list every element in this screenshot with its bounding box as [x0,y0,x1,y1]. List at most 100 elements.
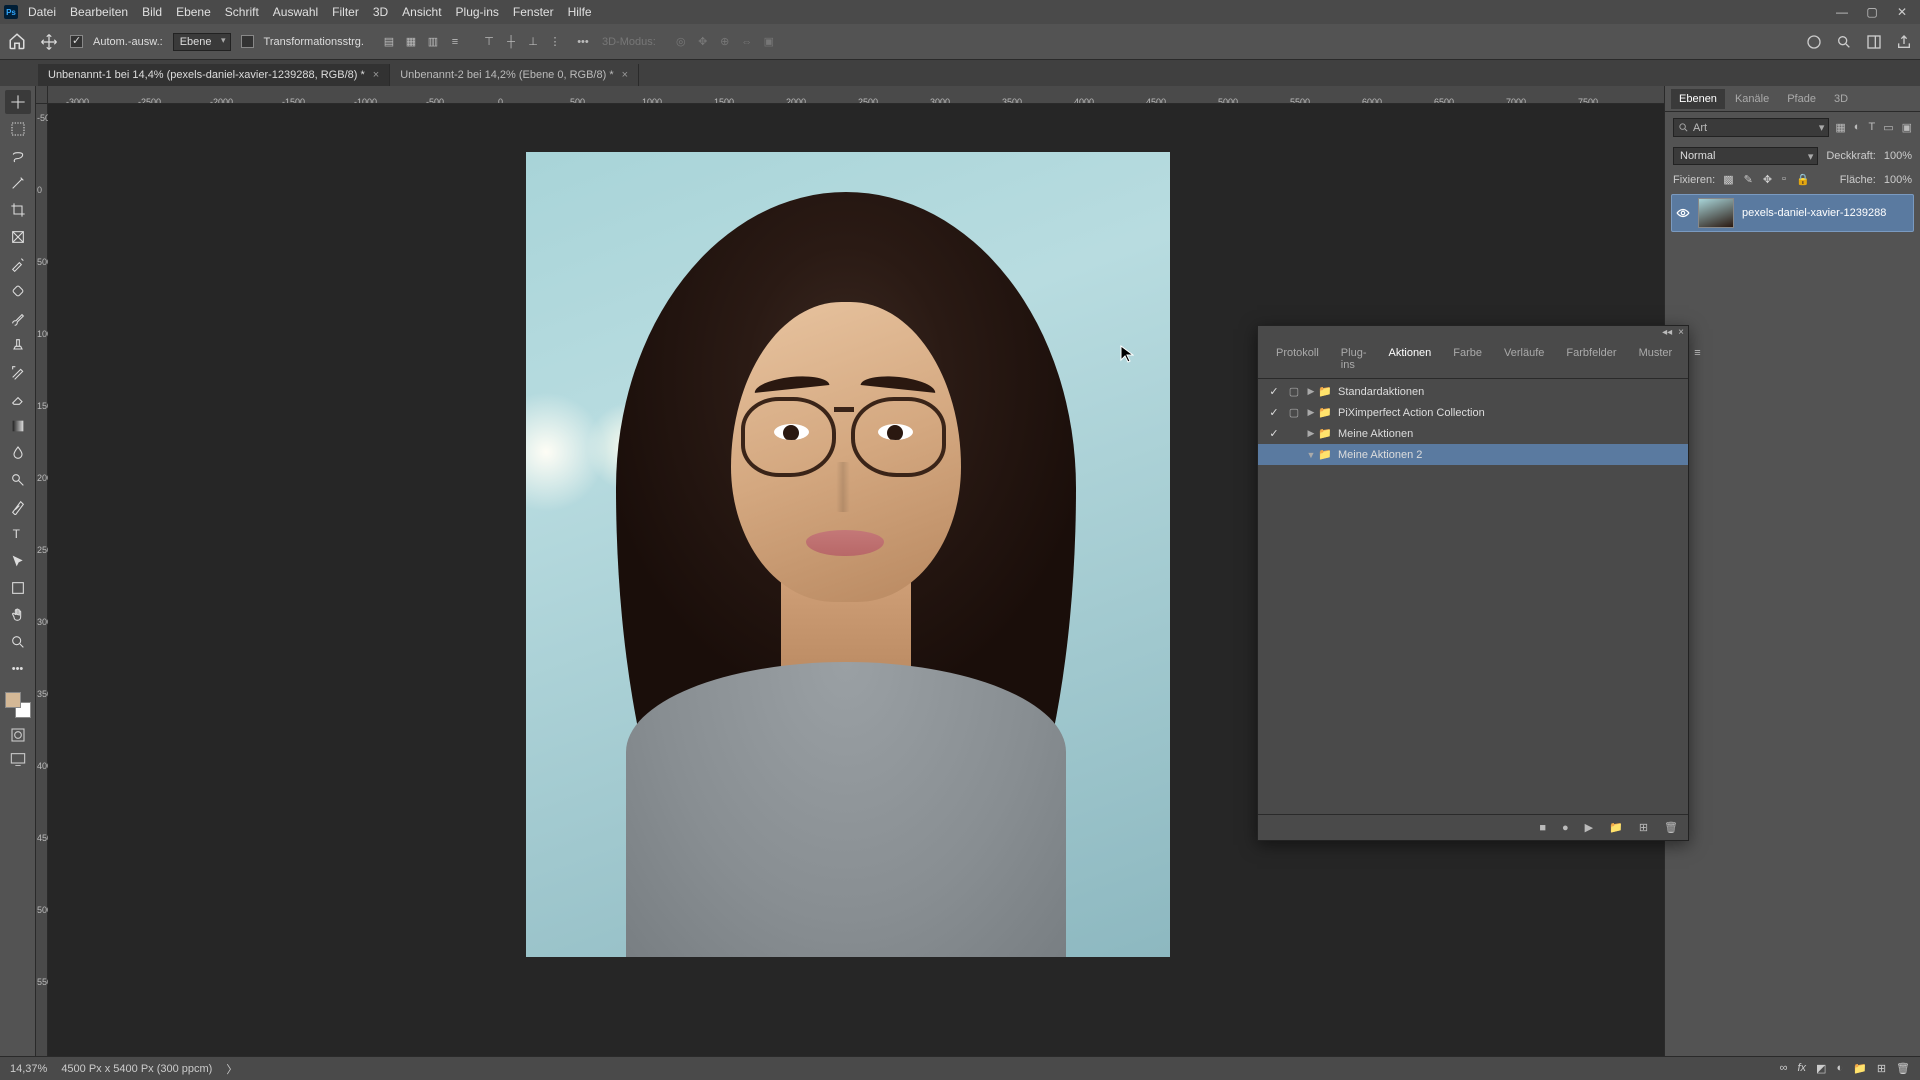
record-action-icon[interactable]: ● [1562,822,1569,834]
mask-icon[interactable]: ◩ [1816,1062,1826,1075]
filter-pixel-icon[interactable]: ▦ [1835,121,1845,134]
minimize-button[interactable]: — [1828,3,1856,21]
menu-image[interactable]: Bild [142,5,162,19]
fx-icon[interactable]: fx [1797,1062,1806,1075]
align-vcenter-icon[interactable]: ┼ [502,33,520,51]
tab-plugins[interactable]: Plug-ins [1331,344,1377,374]
menu-plugins[interactable]: Plug-ins [456,5,499,19]
blur-tool[interactable] [5,441,31,465]
menu-view[interactable]: Ansicht [402,5,441,19]
stamp-tool[interactable] [5,333,31,357]
delete-action-icon[interactable]: 🗑 [1664,821,1678,834]
menu-filter[interactable]: Filter [332,5,359,19]
actions-panel[interactable]: ◂◂× Protokoll Plug-ins Aktionen Farbe Ve… [1257,325,1689,841]
new-layer-icon[interactable]: ⊞ [1877,1062,1886,1075]
path-select-tool[interactable] [5,549,31,573]
tab-3d[interactable]: 3D [1826,89,1856,109]
zoom-level[interactable]: 14,37% [10,1063,47,1075]
healing-tool[interactable] [5,279,31,303]
foreground-color[interactable] [5,692,21,708]
move-tool[interactable] [5,90,31,114]
group-icon[interactable]: 📁 [1853,1062,1867,1075]
filter-adjust-icon[interactable]: ◐ [1854,121,1861,134]
maximize-button[interactable]: ▢ [1858,3,1886,21]
layer-thumbnail[interactable] [1698,198,1734,228]
lock-pixels-icon[interactable]: ✎ [1744,173,1753,186]
layer-visibility-icon[interactable] [1676,208,1690,218]
shape-tool[interactable] [5,576,31,600]
brush-tool[interactable] [5,306,31,330]
lock-transparent-icon[interactable]: ▩ [1723,173,1733,186]
tab-paths[interactable]: Pfade [1779,89,1824,109]
type-tool[interactable]: T [5,522,31,546]
frame-tool[interactable] [5,225,31,249]
horizontal-ruler[interactable]: -3000-2500-2000-1500-1000-50005001000150… [36,86,1664,104]
tab-channels[interactable]: Kanäle [1727,89,1777,109]
tab-aktionen[interactable]: Aktionen [1378,344,1441,374]
align-top-icon[interactable]: ⊤ [480,33,498,51]
adjustment-icon[interactable]: ◐ [1836,1062,1843,1075]
screen-mode-icon[interactable] [7,750,29,768]
menu-type[interactable]: Schrift [225,5,259,19]
play-action-icon[interactable]: ▶ [1585,821,1593,834]
home-icon[interactable] [8,32,28,52]
dodge-tool[interactable] [5,468,31,492]
history-brush-tool[interactable] [5,360,31,384]
auto-select-checkbox[interactable] [70,35,83,48]
new-set-icon[interactable]: 📁 [1609,821,1623,834]
workspace-icon[interactable] [1866,34,1882,50]
close-tab-icon[interactable]: × [622,69,628,81]
filter-shape-icon[interactable]: ▭ [1883,121,1893,134]
fill-value[interactable]: 100% [1884,174,1912,186]
link-icon[interactable]: ∞ [1780,1062,1788,1075]
align-bottom-icon[interactable]: ⊥ [524,33,542,51]
stop-action-icon[interactable]: ■ [1539,822,1546,834]
layer-filter-select[interactable]: Art▾ [1673,118,1829,137]
edit-toolbar-icon[interactable]: ••• [5,657,31,681]
action-set-row-selected[interactable]: ▼📁Meine Aktionen 2 [1258,444,1688,465]
opacity-value[interactable]: 100% [1884,150,1912,162]
blend-mode-select[interactable]: Normal [1673,147,1818,165]
align-right-icon[interactable]: ▥ [424,33,442,51]
document-canvas[interactable] [526,152,1170,957]
close-tab-icon[interactable]: × [373,69,379,81]
transform-controls-checkbox[interactable] [241,35,254,48]
hand-tool[interactable] [5,603,31,627]
filter-type-icon[interactable]: T [1868,121,1875,134]
filter-smart-icon[interactable]: ▣ [1902,121,1912,134]
collapse-panel-icon[interactable]: ◂◂ [1662,327,1672,339]
layer-row[interactable]: pexels-daniel-xavier-1239288 [1671,194,1914,232]
action-set-row[interactable]: ✓▢▶📁Standardaktionen [1258,381,1688,402]
cloud-docs-icon[interactable] [1806,34,1822,50]
status-arrow-icon[interactable]: 〉 [226,1061,237,1077]
menu-help[interactable]: Hilfe [568,5,592,19]
crop-tool[interactable] [5,198,31,222]
eraser-tool[interactable] [5,387,31,411]
auto-select-target[interactable]: Ebene [173,33,231,51]
lock-position-icon[interactable]: ✥ [1763,173,1772,186]
marquee-tool[interactable] [5,117,31,141]
action-set-row[interactable]: ✓▢▶📁PiXimperfect Action Collection [1258,402,1688,423]
tab-farbfelder[interactable]: Farbfelder [1556,344,1626,374]
document-info[interactable]: 4500 Px x 5400 Px (300 ppcm) [61,1063,212,1075]
tab-farbe[interactable]: Farbe [1443,344,1492,374]
new-action-icon[interactable]: ⊞ [1639,821,1648,834]
tab-layers[interactable]: Ebenen [1671,89,1725,109]
document-tab-2[interactable]: Unbenannt-2 bei 14,2% (Ebene 0, RGB/8) *… [390,64,639,86]
document-tab-1[interactable]: Unbenannt-1 bei 14,4% (pexels-daniel-xav… [38,64,390,86]
lock-all-icon[interactable]: 🔒 [1796,173,1810,186]
share-icon[interactable] [1896,34,1912,50]
tab-verlaeufe[interactable]: Verläufe [1494,344,1554,374]
gradient-tool[interactable] [5,414,31,438]
search-icon[interactable] [1836,34,1852,50]
pen-tool[interactable] [5,495,31,519]
distribute-icon[interactable]: ≡ [446,33,464,51]
lasso-tool[interactable] [5,144,31,168]
align-left-icon[interactable]: ▤ [380,33,398,51]
vertical-ruler[interactable]: -500050010001500200025003000350040004500… [36,104,48,1056]
menu-layer[interactable]: Ebene [176,5,211,19]
lock-artboard-icon[interactable]: ▫ [1782,173,1786,186]
menu-window[interactable]: Fenster [513,5,554,19]
quick-mask-icon[interactable] [7,725,29,745]
layer-name[interactable]: pexels-daniel-xavier-1239288 [1742,207,1886,219]
